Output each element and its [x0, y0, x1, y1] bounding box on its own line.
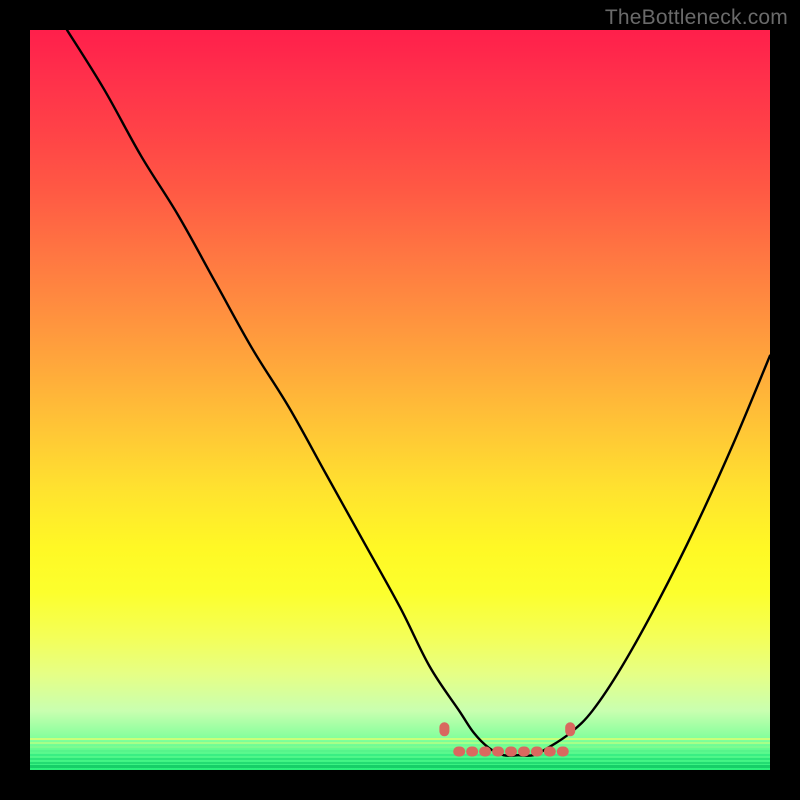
flat-marker [557, 747, 569, 757]
flat-region-markers [439, 722, 575, 756]
flat-marker [479, 747, 491, 757]
flat-marker-shoulder [439, 722, 449, 736]
flat-marker [492, 747, 504, 757]
plot-area [30, 30, 770, 770]
chart-stage: TheBottleneck.com [0, 0, 800, 800]
flat-marker [453, 747, 465, 757]
bottleneck-curve-path [67, 30, 770, 756]
flat-marker [518, 747, 530, 757]
flat-marker [531, 747, 543, 757]
flat-marker-shoulder [565, 722, 575, 736]
flat-marker [505, 747, 517, 757]
watermark-text: TheBottleneck.com [605, 6, 788, 30]
curve-svg [30, 30, 770, 770]
flat-marker [466, 747, 478, 757]
curve-group [67, 30, 770, 757]
flat-marker [544, 747, 556, 757]
